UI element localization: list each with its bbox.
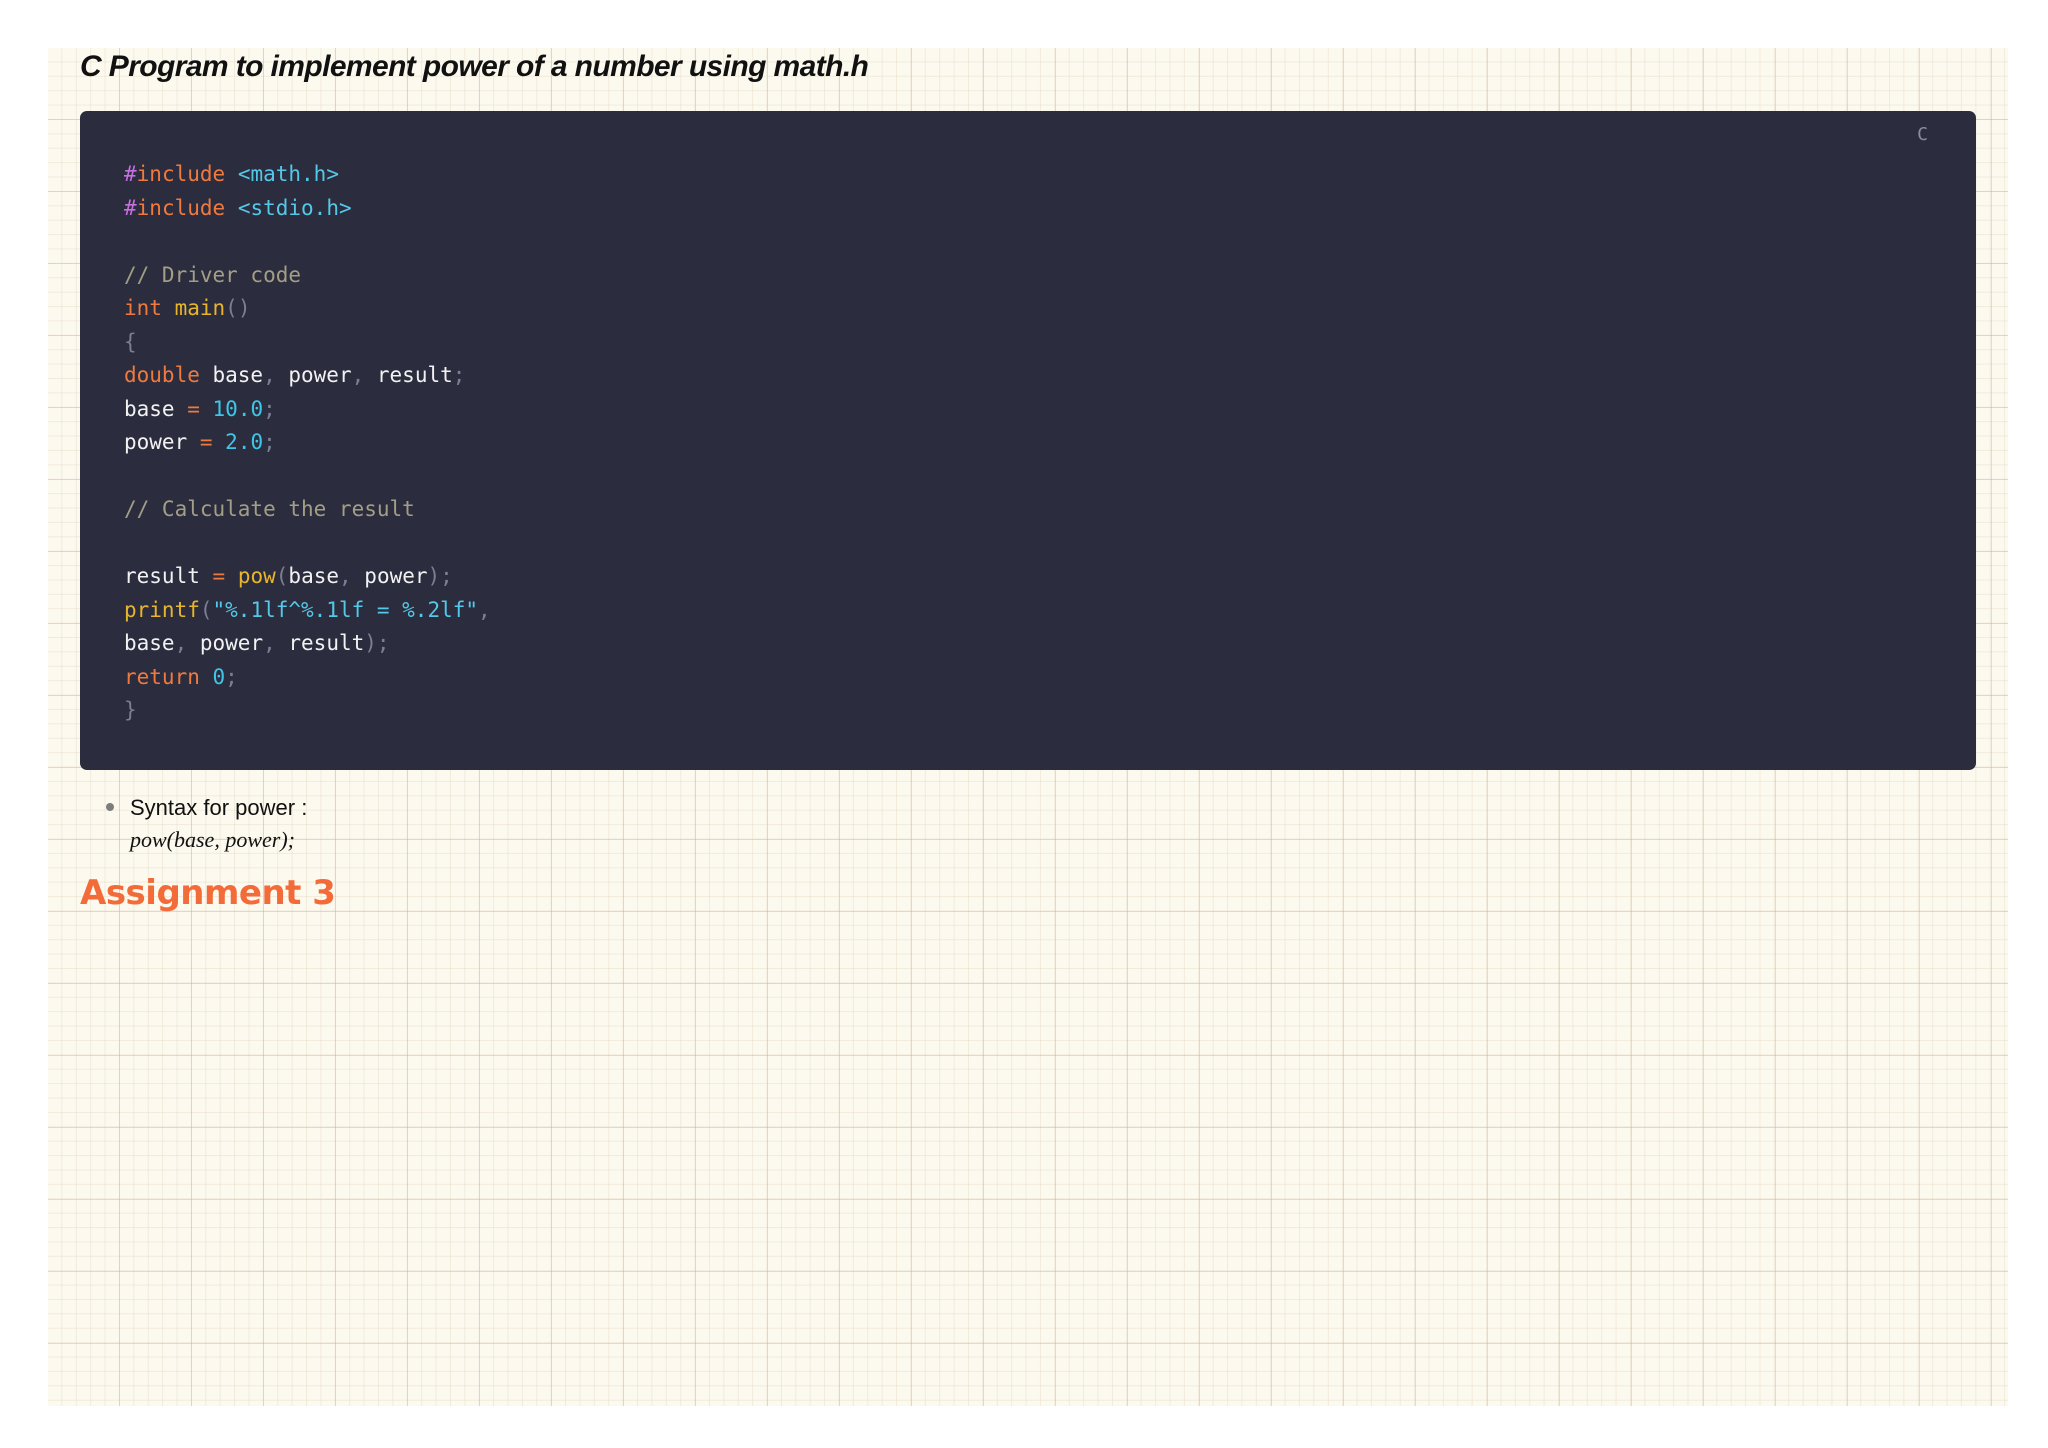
- code-token: }: [124, 698, 137, 722]
- list-item: Syntax for power : pow(base, power);: [106, 793, 308, 855]
- code-line: base = 10.0;: [124, 393, 491, 427]
- code-line: ​: [124, 460, 491, 494]
- code-token: ,: [339, 564, 352, 588]
- code-token: base: [199, 363, 264, 387]
- code-token: 0: [212, 664, 226, 689]
- code-token: power: [187, 631, 264, 655]
- code-line: }: [124, 694, 491, 728]
- code-token: ;: [225, 664, 238, 689]
- code-line: power = 2.0;: [124, 426, 491, 460]
- syntax-formula: pow(base, power);: [130, 827, 295, 852]
- code-line: #include <stdio.h>: [124, 192, 491, 226]
- code-line: int main(): [124, 292, 491, 326]
- code-token: );: [427, 564, 453, 588]
- code-token: base: [124, 631, 175, 655]
- code-token: base: [124, 396, 188, 421]
- code-token: power: [124, 430, 200, 454]
- code-token: =: [212, 564, 226, 588]
- code-token: ,: [351, 363, 365, 387]
- code-token: {: [124, 329, 137, 354]
- code-line: base, power, result);: [124, 627, 491, 661]
- code-token: return: [124, 664, 200, 689]
- code-token: double: [124, 363, 200, 387]
- code-token: ;: [452, 363, 466, 387]
- code-token: int: [124, 296, 162, 320]
- code-line: return 0;: [124, 661, 491, 695]
- code-token: pow: [237, 564, 276, 588]
- code-line: // Calculate the result: [124, 493, 491, 527]
- code-line: #include <math.h>: [124, 158, 491, 192]
- code-line: printf("%.1lf^%.1lf = %.2lf",: [124, 594, 491, 628]
- code-token: 2.0: [225, 430, 264, 454]
- code-line: {: [124, 326, 491, 360]
- code-token: ;: [263, 396, 276, 421]
- bullet-icon: [106, 803, 114, 811]
- code-language-label: C: [1917, 124, 1928, 145]
- syntax-note-text: Syntax for power :: [130, 795, 308, 820]
- code-token: 10.0: [212, 396, 264, 421]
- code-token: power: [275, 363, 352, 387]
- code-token: include: [136, 162, 226, 186]
- code-token: (: [275, 564, 289, 588]
- code-listing: #include <math.h>#include <stdio.h>​// D…: [124, 158, 491, 728]
- code-token: result: [124, 564, 213, 588]
- code-token: #: [124, 195, 137, 220]
- code-line: double base, power, result;: [124, 359, 491, 393]
- code-token: ,: [478, 597, 491, 622]
- code-token: main: [174, 296, 226, 320]
- code-token: =: [187, 396, 200, 421]
- code-line: result = pow(base, power);: [124, 560, 491, 594]
- notes-list: Syntax for power : pow(base, power);: [106, 793, 308, 855]
- code-block: C #include <math.h>#include <stdio.h>​//…: [80, 111, 1976, 770]
- code-token: // Calculate the result: [124, 497, 415, 521]
- code-line: // Driver code: [124, 259, 491, 293]
- code-token: ,: [263, 363, 276, 387]
- code-line: ​: [124, 225, 491, 259]
- code-token: ;: [263, 430, 276, 454]
- code-token: (: [199, 597, 213, 622]
- code-token: ,: [263, 631, 276, 655]
- code-token: include: [136, 195, 226, 220]
- code-token: result: [275, 631, 365, 655]
- page-title: C Program to implement power of a number…: [80, 50, 869, 83]
- code-token: );: [364, 631, 390, 655]
- code-token: // Driver code: [124, 262, 302, 287]
- code-token: "%.1lf^%.1lf = %.2lf": [212, 597, 479, 622]
- code-token: ,: [174, 631, 188, 655]
- code-token: power: [351, 564, 428, 588]
- code-token: <stdio.h>: [237, 195, 352, 220]
- code-token: printf: [124, 597, 200, 622]
- code-token: #: [124, 162, 137, 186]
- code-token: <math.h>: [237, 162, 339, 186]
- code-token: result: [364, 363, 453, 387]
- code-token: (): [225, 296, 251, 320]
- code-token: =: [199, 430, 213, 454]
- section-heading: Assignment 3: [80, 873, 336, 913]
- code-token: base: [288, 564, 339, 588]
- code-line: ​: [124, 527, 491, 561]
